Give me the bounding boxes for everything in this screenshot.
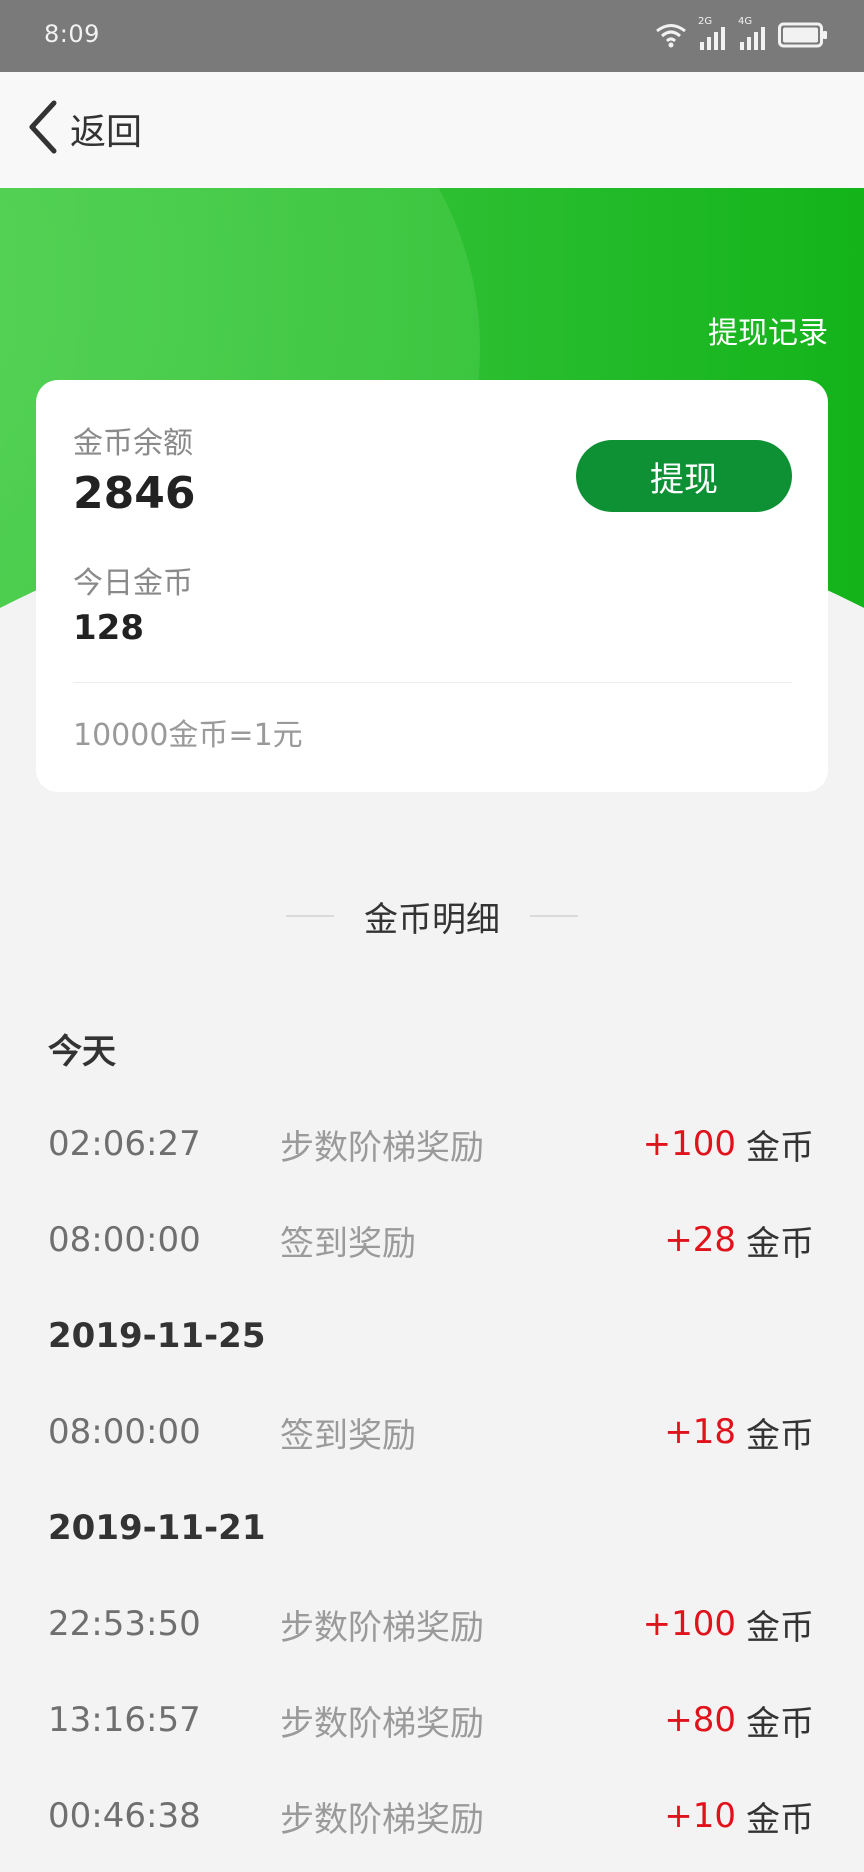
balance-label: 金币余额 — [73, 426, 193, 461]
transaction-unit: 金币 — [746, 1607, 814, 1648]
transaction-amount: +10 — [664, 1796, 736, 1836]
transaction-amount-group: +100 金币 — [643, 1600, 814, 1649]
chevron-left-icon — [24, 97, 64, 161]
today-coins-label: 今日金币 — [73, 566, 193, 601]
section-divider-left — [286, 915, 334, 917]
transaction-time: 08:00:00 — [48, 1220, 201, 1260]
status-icons: 2G 4G — [654, 16, 828, 52]
transaction-amount: +28 — [664, 1220, 736, 1260]
transaction-row: 00:46:38 步数阶梯奖励 +10 金币 — [0, 1768, 864, 1864]
transaction-description: 步数阶梯奖励 — [280, 1127, 484, 1168]
coin-history-list: 今天 02:06:27 步数阶梯奖励 +100 金币 08:00:00 签到奖励… — [0, 1000, 864, 1864]
transaction-time: 13:16:57 — [48, 1700, 201, 1740]
transaction-unit: 金币 — [746, 1415, 814, 1456]
transaction-row: 22:53:50 步数阶梯奖励 +100 金币 — [0, 1576, 864, 1672]
transaction-row: 13:16:57 步数阶梯奖励 +80 金币 — [0, 1672, 864, 1768]
transaction-amount-group: +18 金币 — [664, 1408, 814, 1457]
status-bar: 8:09 2G 4G — [0, 0, 864, 72]
transaction-row: 08:00:00 签到奖励 +28 金币 — [0, 1192, 864, 1288]
balance-card: 金币余额 2846 提现 今日金币 128 10000金币=1元 — [36, 380, 828, 792]
card-divider — [73, 682, 792, 683]
date-heading: 2019-11-25 — [48, 1316, 266, 1356]
transaction-unit: 金币 — [746, 1127, 814, 1168]
withdraw-record-link[interactable]: 提现记录 — [708, 308, 828, 352]
transaction-time: 08:00:00 — [48, 1412, 201, 1452]
transaction-unit: 金币 — [746, 1799, 814, 1840]
date-heading: 今天 — [48, 1031, 116, 1072]
transaction-amount-group: +28 金币 — [664, 1216, 814, 1265]
transaction-description: 步数阶梯奖励 — [280, 1799, 484, 1840]
withdraw-button[interactable]: 提现 — [576, 440, 792, 512]
date-heading: 2019-11-21 — [48, 1508, 266, 1548]
transaction-amount: +100 — [642, 1604, 736, 1644]
transaction-time: 22:53:50 — [48, 1604, 201, 1644]
exchange-rate-text: 10000金币=1元 — [73, 718, 303, 753]
signal-4g-icon: 4G — [738, 16, 768, 52]
section-divider-right — [530, 915, 578, 917]
section-title: 金币明细 — [364, 899, 500, 940]
transaction-description: 签到奖励 — [280, 1415, 416, 1456]
transaction-amount: +18 — [664, 1412, 736, 1452]
transaction-time: 00:46:38 — [48, 1796, 201, 1836]
battery-icon — [778, 22, 828, 48]
back-button[interactable]: 返回 — [24, 94, 142, 164]
transaction-unit: 金币 — [746, 1703, 814, 1744]
signal-2g-icon: 2G — [698, 16, 728, 52]
transaction-amount: +100 — [642, 1124, 736, 1164]
transaction-time: 02:06:27 — [48, 1124, 201, 1164]
wifi-icon — [654, 22, 688, 48]
transaction-unit: 金币 — [746, 1223, 814, 1264]
transaction-row: 02:06:27 步数阶梯奖励 +100 金币 — [0, 1096, 864, 1192]
transaction-description: 步数阶梯奖励 — [280, 1607, 484, 1648]
back-label: 返回 — [70, 112, 143, 153]
transaction-description: 签到奖励 — [280, 1223, 416, 1264]
nav-bar: 返回 — [0, 72, 864, 188]
balance-value: 2846 — [73, 468, 196, 519]
transaction-description: 步数阶梯奖励 — [280, 1703, 484, 1744]
status-time: 8:09 — [44, 20, 100, 48]
transaction-row: 08:00:00 签到奖励 +18 金币 — [0, 1384, 864, 1480]
transaction-amount-group: +80 金币 — [664, 1696, 814, 1745]
transaction-amount-group: +10 金币 — [664, 1792, 814, 1841]
transaction-amount-group: +100 金币 — [643, 1120, 814, 1169]
transaction-amount: +80 — [664, 1700, 736, 1740]
today-coins-value: 128 — [73, 608, 144, 648]
section-heading: 金币明细 — [0, 886, 864, 946]
